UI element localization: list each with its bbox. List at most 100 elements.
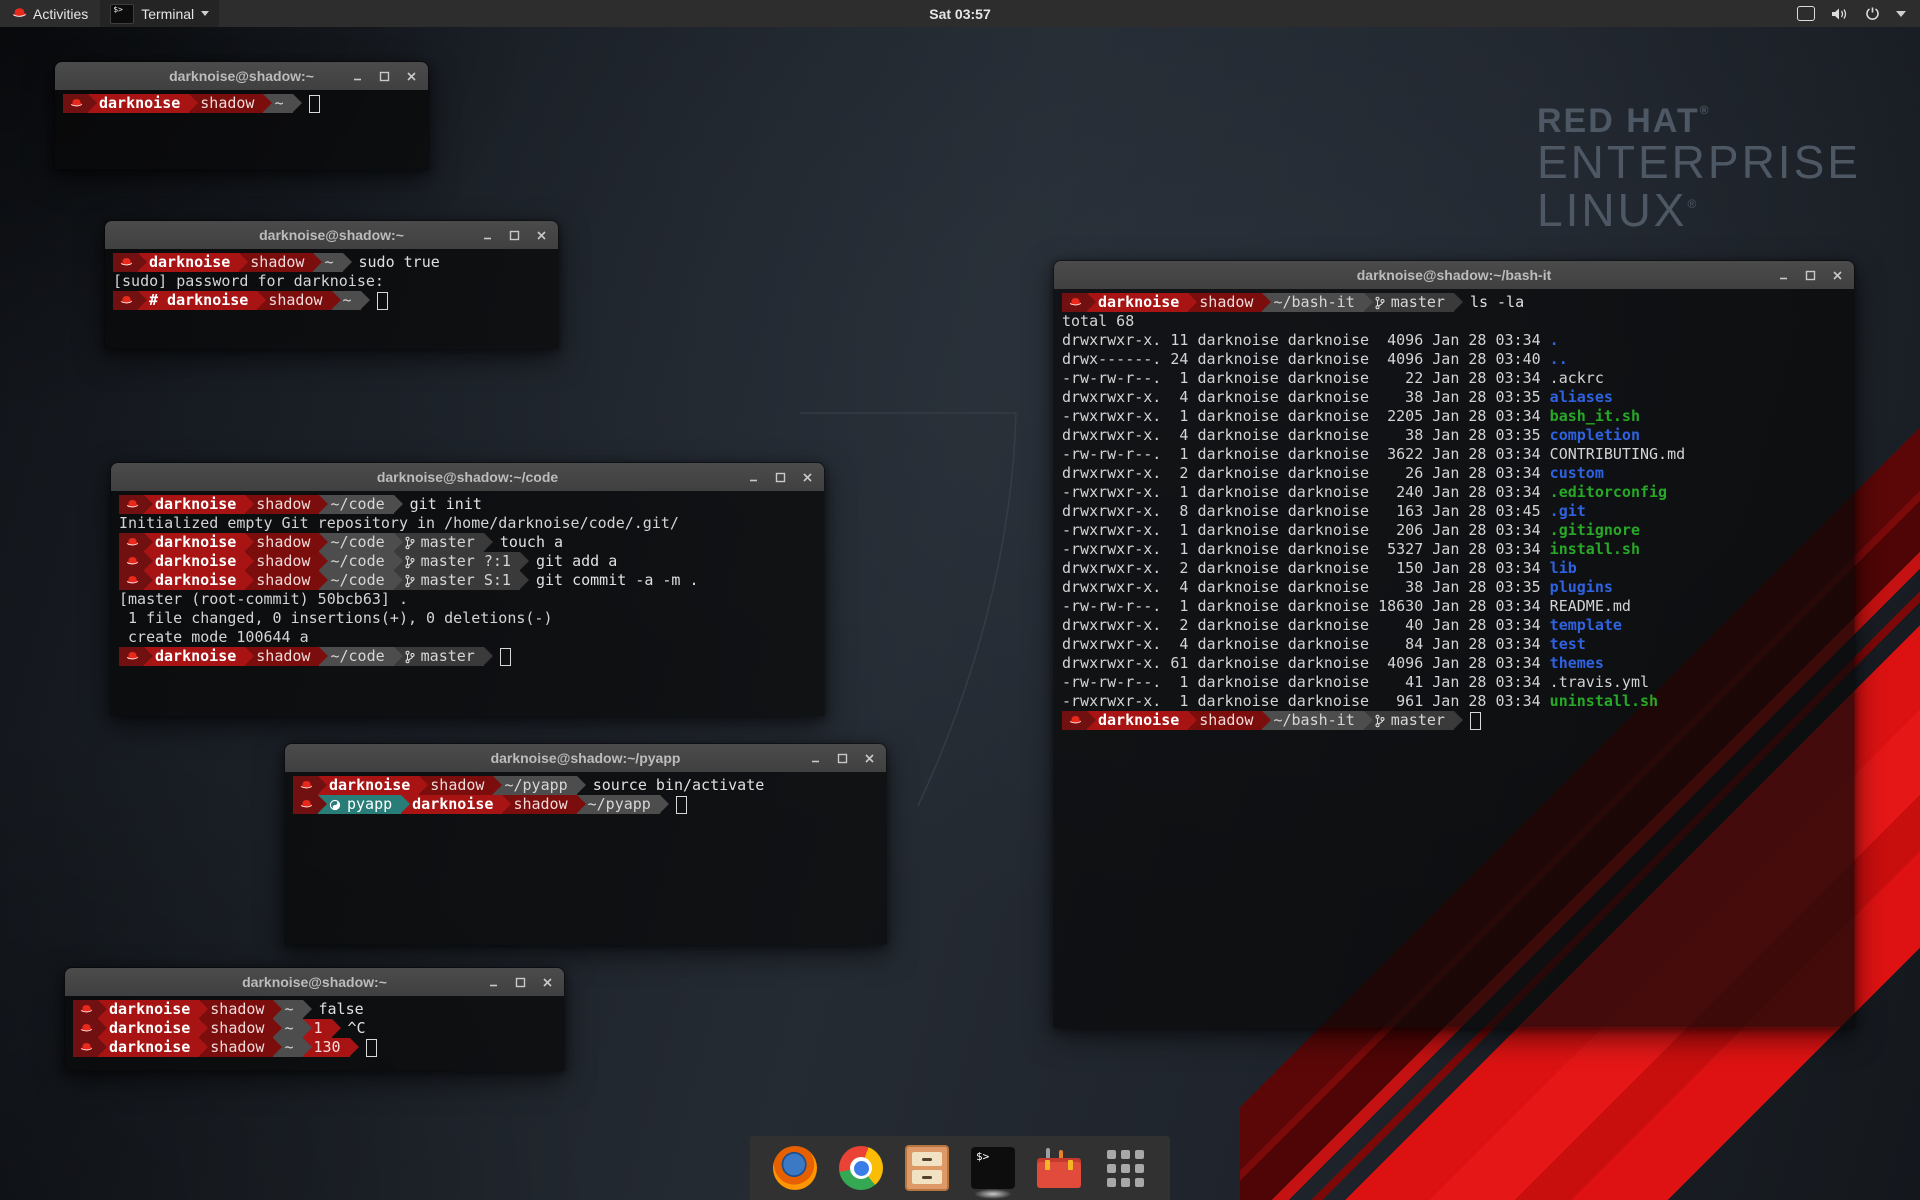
window-titlebar[interactable]: darknoise@shadow:~/code [111, 463, 824, 491]
prompt-segment-path: ~/bash-it [1262, 293, 1363, 312]
app-menu-label: Terminal [141, 6, 194, 22]
app-menu[interactable]: $> Terminal [100, 0, 219, 27]
dock-item-file-manager[interactable] [904, 1145, 950, 1191]
redhat-icon [80, 1004, 93, 1015]
close-button[interactable] [862, 751, 877, 766]
activities-button[interactable]: Activities [0, 0, 100, 27]
terminal-window-bash-it: darknoise@shadow:~/bash-it darknoise shad… [1053, 260, 1855, 1028]
terminal-line: create mode 100644 a [119, 628, 816, 647]
terminal-line: -rwxrwxr-x. 1 darknoise darknoise 961 Ja… [1062, 692, 1846, 711]
minimize-button[interactable] [486, 975, 501, 990]
maximize-button[interactable] [1803, 268, 1818, 283]
window-title: darknoise@shadow:~/pyapp [285, 750, 886, 766]
prompt-segment-git: master [1364, 711, 1454, 730]
system-menu-chevron-icon[interactable] [1896, 11, 1906, 17]
close-button[interactable] [800, 470, 815, 485]
volume-icon[interactable] [1831, 7, 1849, 21]
git-branch-icon [1375, 714, 1385, 728]
prompt-segment-host: shadow [1188, 293, 1262, 312]
terminal-line: drwxrwxr-x. 61 darknoise darknoise 4096 … [1062, 654, 1846, 673]
window-titlebar[interactable]: darknoise@shadow:~/bash-it [1054, 261, 1854, 289]
rhel-logo-line2: ENTERPRISE [1537, 139, 1861, 187]
minimize-button[interactable] [480, 228, 495, 243]
terminal-content[interactable]: darknoiseshadow~falsedarknoiseshadow~1^C… [65, 996, 564, 1070]
dock-item-toolbox[interactable] [1036, 1145, 1082, 1191]
close-button[interactable] [1830, 268, 1845, 283]
prompt-segment-user: darknoise [144, 533, 245, 552]
git-branch-icon [405, 650, 415, 664]
display-icon[interactable] [1797, 6, 1815, 21]
prompt-segment-hat [73, 1000, 98, 1019]
activities-label: Activities [33, 6, 88, 22]
maximize-button[interactable] [507, 228, 522, 243]
terminal-line: -rw-rw-r--. 1 darknoise darknoise 22 Jan… [1062, 369, 1846, 388]
redhat-icon [126, 651, 139, 662]
redhat-icon [120, 295, 133, 306]
redhat-icon [126, 537, 139, 548]
rhel-logo-line3: LINUX® [1537, 187, 1861, 235]
command-text: git init [410, 495, 482, 514]
terminal-line: drwxrwxr-x. 2 darknoise darknoise 40 Jan… [1062, 616, 1846, 635]
redhat-icon [126, 556, 139, 567]
prompt-segment-git: master [394, 647, 484, 666]
terminal-line: -rwxrwxr-x. 1 darknoise darknoise 2205 J… [1062, 407, 1846, 426]
terminal-cursor [1470, 712, 1481, 730]
minimize-button[interactable] [746, 470, 761, 485]
terminal-line: -rwxrwxr-x. 1 darknoise darknoise 206 Ja… [1062, 521, 1846, 540]
clock[interactable]: Sat 03:57 [0, 6, 1920, 22]
maximize-button[interactable] [835, 751, 850, 766]
minimize-button[interactable] [1776, 268, 1791, 283]
prompt-segment-host: shadow [245, 533, 319, 552]
dock-item-firefox[interactable] [772, 1145, 818, 1191]
prompt-segment-user: darknoise [318, 776, 419, 795]
terminal-content[interactable]: darknoiseshadow~/codegit initInitialized… [111, 491, 824, 715]
command-text: git add a [536, 552, 617, 571]
prompt-segment-hat [1062, 711, 1087, 730]
dock-item-app-grid[interactable] [1102, 1145, 1148, 1191]
close-button[interactable] [534, 228, 549, 243]
terminal-line: drwxrwxr-x. 8 darknoise darknoise 163 Ja… [1062, 502, 1846, 521]
dock-item-terminal[interactable]: $> [970, 1145, 1016, 1191]
ls-entry-name: test [1550, 635, 1586, 654]
ls-entry-name: install.sh [1550, 540, 1640, 559]
firefox-icon [773, 1146, 817, 1190]
prompt-segment-git: master ?:1 [394, 552, 520, 571]
window-titlebar[interactable]: darknoise@shadow:~/pyapp [285, 744, 886, 772]
terminal-content[interactable]: darknoiseshadow~sudo true[sudo] password… [105, 249, 558, 348]
terminal-line: darknoiseshadow~130 [73, 1038, 556, 1057]
prompt-segment-hat [293, 795, 318, 814]
redhat-icon [120, 257, 133, 268]
prompt-segment-user: darknoise [98, 1019, 199, 1038]
window-title: darknoise@shadow:~/bash-it [1054, 267, 1854, 283]
python-venv-icon [329, 799, 341, 811]
ls-entry-name: bash_it.sh [1550, 407, 1640, 426]
terminal-line: darknoiseshadow~/pyappsource bin/activat… [293, 776, 878, 795]
minimize-button[interactable] [350, 69, 365, 84]
window-titlebar[interactable]: darknoise@shadow:~ [65, 968, 564, 996]
power-icon[interactable] [1865, 6, 1880, 21]
prompt-segment-host: shadow [419, 776, 493, 795]
ls-entry-name: .editorconfig [1550, 483, 1667, 502]
file-manager-icon [905, 1145, 949, 1191]
minimize-button[interactable] [808, 751, 823, 766]
ls-entry-name: README.md [1550, 597, 1631, 616]
terminal-cursor [366, 1039, 377, 1057]
terminal-line: total 68 [1062, 312, 1846, 331]
prompt-segment-user: darknoise [1087, 711, 1188, 730]
maximize-button[interactable] [773, 470, 788, 485]
dock-item-chrome[interactable] [838, 1145, 884, 1191]
redhat-icon [1069, 297, 1082, 308]
terminal-line: -rwxrwxr-x. 1 darknoise darknoise 5327 J… [1062, 540, 1846, 559]
close-button[interactable] [540, 975, 555, 990]
command-text: ^C [348, 1019, 366, 1038]
terminal-content[interactable]: darknoiseshadow~/bash-itmasterls -latota… [1054, 289, 1854, 1027]
window-titlebar[interactable]: darknoise@shadow:~ [55, 62, 428, 90]
terminal-content[interactable]: darknoiseshadow~/pyappsource bin/activat… [285, 772, 886, 944]
ls-entry-name: .gitignore [1550, 521, 1640, 540]
terminal-content[interactable]: darknoiseshadow~ [55, 90, 428, 169]
maximize-button[interactable] [513, 975, 528, 990]
window-titlebar[interactable]: darknoise@shadow:~ [105, 221, 558, 249]
ls-entry-name: lib [1550, 559, 1577, 578]
maximize-button[interactable] [377, 69, 392, 84]
close-button[interactable] [404, 69, 419, 84]
